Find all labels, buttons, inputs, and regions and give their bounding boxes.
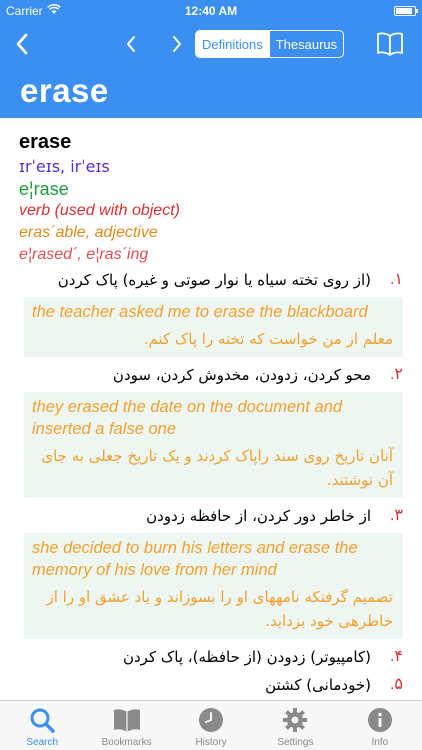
example-english: they erased the date on the document and… — [32, 398, 343, 438]
history-clock-icon — [198, 705, 224, 735]
word-nav-arrows — [118, 26, 190, 62]
example-english: the teacher asked me to erase the blackb… — [32, 303, 368, 321]
sense-number: ۳. — [389, 507, 403, 524]
status-left: Carrier — [6, 4, 61, 18]
sense-number: ۱. — [389, 271, 403, 288]
chevron-right-icon — [173, 36, 181, 52]
example-english: she decided to burn his letters and eras… — [32, 539, 358, 579]
carrier-label: Carrier — [6, 4, 43, 18]
battery-icon — [394, 6, 418, 16]
info-icon — [367, 705, 393, 735]
wifi-icon — [46, 4, 61, 18]
tab-search[interactable]: Search — [0, 701, 84, 750]
tab-label: Info — [371, 737, 389, 748]
sense-definition: محو کردن، زدودن، مخدوش کردن، سودن — [112, 366, 371, 384]
search-icon — [29, 705, 55, 735]
previous-word-button[interactable] — [118, 26, 144, 62]
sense-definition: (کامپیوتر) زدودن (از حافظه)، پاک کردن — [122, 648, 371, 666]
status-right — [394, 6, 418, 16]
example-persian: آنان تاریخ روی سند راپاک کردند و یک تاری… — [41, 447, 393, 489]
example-1: the teacher asked me to erase the blackb… — [24, 297, 403, 357]
sense-1: ۱. (از روی تخته سیاه یا نوار صوتی و غیره… — [0, 266, 422, 294]
nav-bar: Definitions Thesaurus — [0, 22, 422, 66]
sense-number: ۵. — [389, 676, 403, 693]
tab-label: Bookmarks — [101, 737, 152, 748]
sense-definition: (از روی تخته سیاه یا نوار صوتی و غیره) پ… — [57, 271, 371, 289]
tab-bookmarks[interactable]: Bookmarks — [84, 701, 168, 750]
tab-label: History — [195, 737, 227, 748]
chevron-left-icon — [16, 33, 28, 55]
bookmarks-icon — [112, 705, 142, 735]
headword: erase — [19, 131, 72, 153]
chevron-left-icon — [127, 36, 135, 52]
syllabification: e¦rase — [19, 179, 69, 199]
definition-content[interactable]: erase ɪrˈeɪs, irˈeɪs e¦rase verb (used w… — [0, 120, 422, 700]
tab-history[interactable]: History — [169, 701, 253, 750]
open-book-button[interactable] — [374, 28, 406, 60]
example-persian: معلم از من خواست که تخته را پاک کنم. — [143, 330, 393, 348]
inflected-forms: e¦rased´, e¦ras´ing — [19, 246, 149, 263]
next-word-button[interactable] — [164, 26, 190, 62]
tab-info[interactable]: Info — [338, 701, 422, 750]
sense-number: ۲. — [389, 366, 403, 383]
gear-icon — [282, 705, 308, 735]
pronunciation: ɪrˈeɪs, irˈeɪs — [19, 157, 110, 176]
part-of-speech: verb (used with object) — [19, 202, 180, 219]
derived-form: eras´able, adjective — [19, 224, 158, 241]
word-title: erase — [20, 72, 109, 109]
back-button[interactable] — [8, 26, 36, 62]
sense-3: ۳. از خاطر دور کردن، از حافظه زدودن — [0, 502, 422, 530]
tab-bar: Search Bookmarks History Settings Info — [0, 700, 422, 750]
open-book-icon — [377, 32, 403, 56]
sense-5: ۵. (خودمانی) کشتن — [0, 671, 422, 699]
tab-definitions[interactable]: Definitions — [196, 31, 269, 57]
top-header: Carrier 12:40 AM Definitions Thesaurus e… — [0, 0, 422, 118]
sense-2: ۲. محو کردن، زدودن، مخدوش کردن، سودن — [0, 361, 422, 389]
word-header: erase — [0, 66, 422, 118]
example-persian: تصمیم گرفتکه نامههای او را بسوزاند و یاد… — [46, 588, 393, 630]
tab-label: Settings — [277, 737, 314, 748]
status-bar: Carrier 12:40 AM — [0, 0, 422, 22]
status-time: 12:40 AM — [184, 4, 238, 18]
sense-definition: (خودمانی) کشتن — [265, 676, 371, 694]
sense-number: ۴. — [389, 648, 403, 665]
view-mode-segmented-control: Definitions Thesaurus — [195, 30, 345, 58]
example-2: they erased the date on the document and… — [24, 392, 403, 498]
example-3: she decided to burn his letters and eras… — [24, 533, 403, 639]
tab-label: Search — [26, 737, 59, 748]
sense-definition: از خاطر دور کردن، از حافظه زدودن — [146, 507, 371, 525]
tab-settings[interactable]: Settings — [253, 701, 337, 750]
sense-4: ۴. (کامپیوتر) زدودن (از حافظه)، پاک کردن — [0, 643, 422, 671]
tab-thesaurus[interactable]: Thesaurus — [268, 31, 343, 57]
